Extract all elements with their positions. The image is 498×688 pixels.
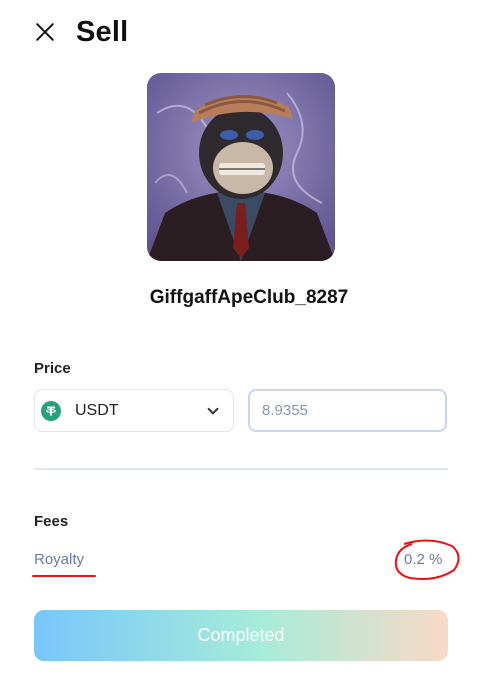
fees-label: Fees xyxy=(34,513,69,530)
close-icon[interactable] xyxy=(34,21,56,43)
nft-image xyxy=(147,73,335,261)
divider xyxy=(34,468,448,470)
royalty-label: Royalty xyxy=(34,551,85,568)
chevron-down-icon xyxy=(207,403,219,415)
currency-label: USDT xyxy=(75,401,119,419)
price-input[interactable] xyxy=(248,389,447,432)
header: Sell xyxy=(34,14,128,50)
red-circle-annotation xyxy=(394,539,460,580)
tether-icon xyxy=(41,400,61,421)
red-underline-annotation xyxy=(32,575,96,577)
nft-name: GiffgaffApeClub_8287 xyxy=(149,287,349,308)
complete-button[interactable]: Completed xyxy=(34,610,448,661)
page-title: Sell xyxy=(76,15,129,48)
price-label: Price xyxy=(34,360,71,377)
currency-select[interactable]: USDT xyxy=(34,389,234,432)
